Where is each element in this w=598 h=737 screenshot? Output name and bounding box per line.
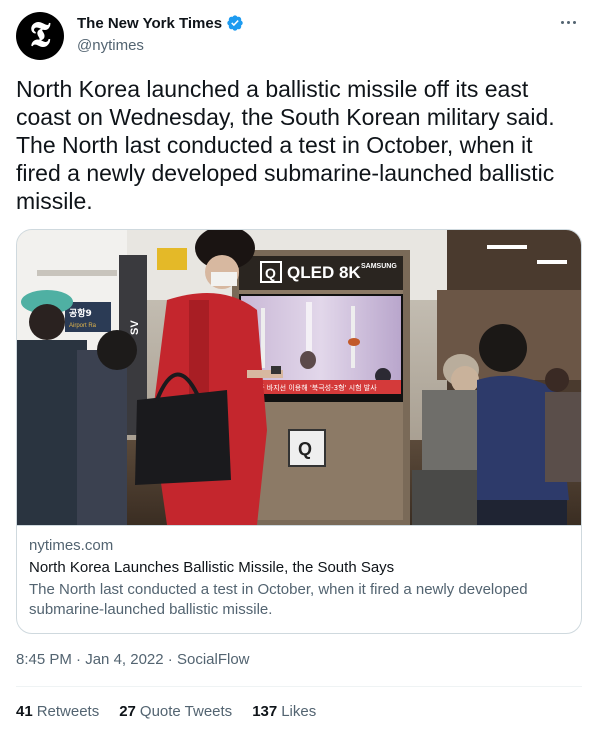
card-description: The North last conducted a test in Octob…: [29, 581, 528, 618]
card-title: North Korea Launches Ballistic Missile, …: [29, 559, 395, 576]
tweet-date[interactable]: Jan 4, 2022: [85, 651, 163, 668]
likes-stat[interactable]: 137 Likes: [252, 703, 316, 720]
tweet-time[interactable]: 8:45 PM: [16, 651, 72, 668]
likes-label: Likes: [281, 703, 317, 720]
tweet-text: North Korea launched a ballistic missile…: [16, 76, 555, 214]
likes-count: 137: [252, 703, 278, 720]
tv-ticker: 1 수중 바지선 이용해 '북극성-3형' 시험 발사: [245, 383, 377, 392]
station-photo: Q QLED 8K SAMSUNG 1 수중 바지선 이용해 '북극성-3형' …: [17, 230, 581, 525]
station-sign: 공항9: [69, 307, 92, 319]
meta-separator: ·: [167, 651, 173, 668]
tv-maker: SAMSUNG: [361, 263, 397, 270]
card-image[interactable]: Q QLED 8K SAMSUNG 1 수중 바지선 이용해 '북극성-3형' …: [17, 230, 581, 525]
retweets-label: Retweets: [36, 703, 100, 720]
tweet: 𝕿 The New York Times @nytimes North Kore…: [0, 0, 598, 737]
divider: [16, 686, 582, 687]
nyt-logo-icon: 𝕿: [29, 15, 51, 55]
verified-badge-icon: [227, 15, 243, 31]
quotes-label: Quote Tweets: [139, 703, 233, 720]
display-name[interactable]: The New York Times: [77, 15, 222, 32]
meta-separator: ·: [76, 651, 82, 668]
author-name-row[interactable]: The New York Times: [77, 14, 244, 32]
quote-tweets-stat[interactable]: 27 Quote Tweets: [119, 703, 232, 720]
handle[interactable]: @nytimes: [77, 37, 144, 54]
quotes-count: 27: [119, 703, 136, 720]
engagement-stats: 41 Retweets 27 Quote Tweets 137 Likes: [16, 703, 336, 720]
link-card[interactable]: Q QLED 8K SAMSUNG 1 수중 바지선 이용해 '북극성-3형' …: [16, 229, 582, 634]
tv-q-logo: Q: [265, 265, 276, 281]
tv-brand: QLED 8K: [287, 263, 361, 282]
card-text[interactable]: nytimes.com North Korea Launches Ballist…: [17, 525, 581, 633]
tweet-source[interactable]: SocialFlow: [177, 651, 250, 668]
card-domain: nytimes.com: [29, 537, 114, 554]
station-sign-sub: Airport Ra: [69, 323, 97, 329]
pillar-text: SV: [129, 320, 141, 335]
tweet-meta: 8:45 PM · Jan 4, 2022 · SocialFlow: [16, 651, 250, 668]
avatar[interactable]: 𝕿: [16, 12, 64, 60]
more-options-icon[interactable]: [556, 10, 580, 34]
retweets-stat[interactable]: 41 Retweets: [16, 703, 99, 720]
tv-stand-q: Q: [298, 439, 312, 459]
retweets-count: 41: [16, 703, 33, 720]
